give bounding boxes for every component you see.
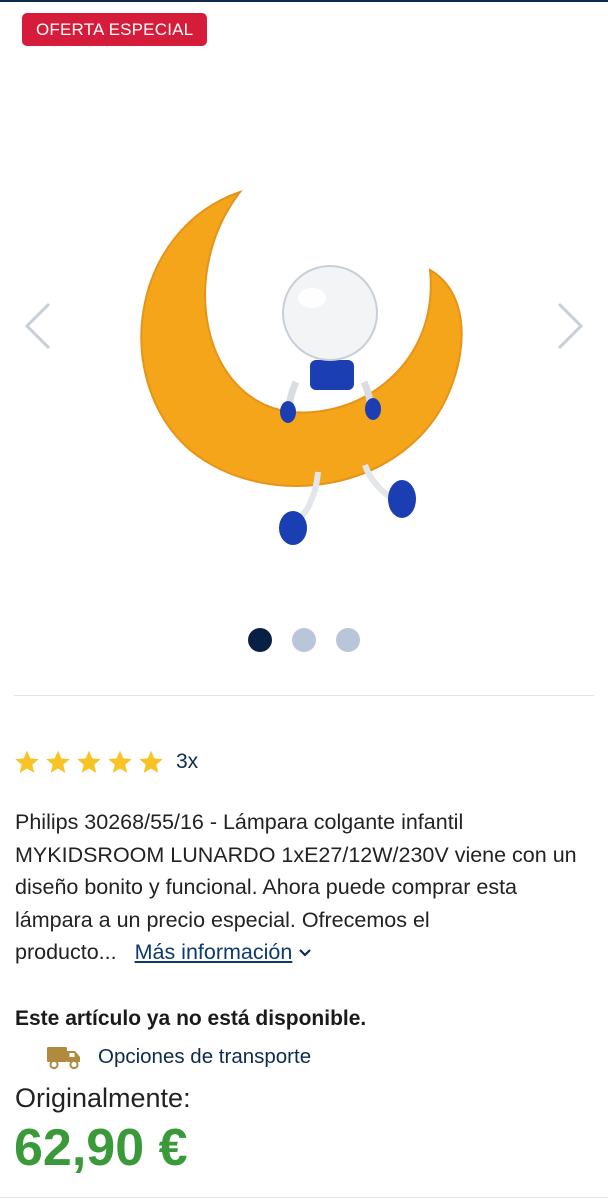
truck-icon — [47, 1047, 80, 1070]
shipping-options-link[interactable]: Opciones de transporte — [46, 1040, 311, 1074]
figure-hand-right — [365, 398, 381, 420]
moon-lamp-image[interactable] — [120, 120, 480, 560]
rating-count[interactable]: 3x — [176, 750, 198, 774]
chevron-down-icon — [299, 949, 312, 957]
star-icon — [139, 750, 163, 773]
special-offer-badge: OFERTA ESPECIAL — [22, 13, 208, 46]
bottom-divider — [0, 1197, 608, 1198]
figure-foot-left — [279, 511, 307, 545]
gallery-next-button[interactable] — [550, 296, 590, 356]
globe-head — [282, 265, 378, 361]
gallery-dot-2[interactable] — [292, 628, 316, 652]
figure-hand-left — [280, 401, 296, 423]
rating-summary[interactable]: 3x — [14, 746, 198, 778]
star-icon — [46, 750, 70, 773]
gallery-dot-3[interactable] — [336, 628, 360, 652]
gallery-dot-1[interactable] — [248, 628, 272, 652]
original-price-label: Originalmente: — [15, 1083, 191, 1113]
top-border — [0, 0, 608, 2]
chevron-right-icon — [557, 302, 584, 350]
figure-body — [310, 360, 354, 390]
star-icon — [15, 750, 39, 773]
more-info-link[interactable]: Más información — [135, 940, 313, 964]
star-icon — [77, 750, 101, 773]
availability-status: Este artículo ya no está disponible. — [15, 1007, 367, 1030]
figure-foot-right — [388, 480, 416, 518]
gallery-pagination — [0, 628, 608, 654]
gallery-prev-button[interactable] — [18, 296, 58, 356]
product-gallery[interactable] — [0, 60, 608, 620]
chevron-left-icon — [24, 302, 51, 350]
price-value: 62,90 € — [14, 1119, 188, 1177]
star-icon — [108, 750, 132, 773]
product-description: Philips 30268/55/16 - Lámpara colgante i… — [15, 806, 595, 969]
more-info-label[interactable]: Más información — [135, 940, 293, 964]
shipping-options-label[interactable]: Opciones de transporte — [98, 1045, 311, 1069]
section-divider — [14, 695, 594, 696]
